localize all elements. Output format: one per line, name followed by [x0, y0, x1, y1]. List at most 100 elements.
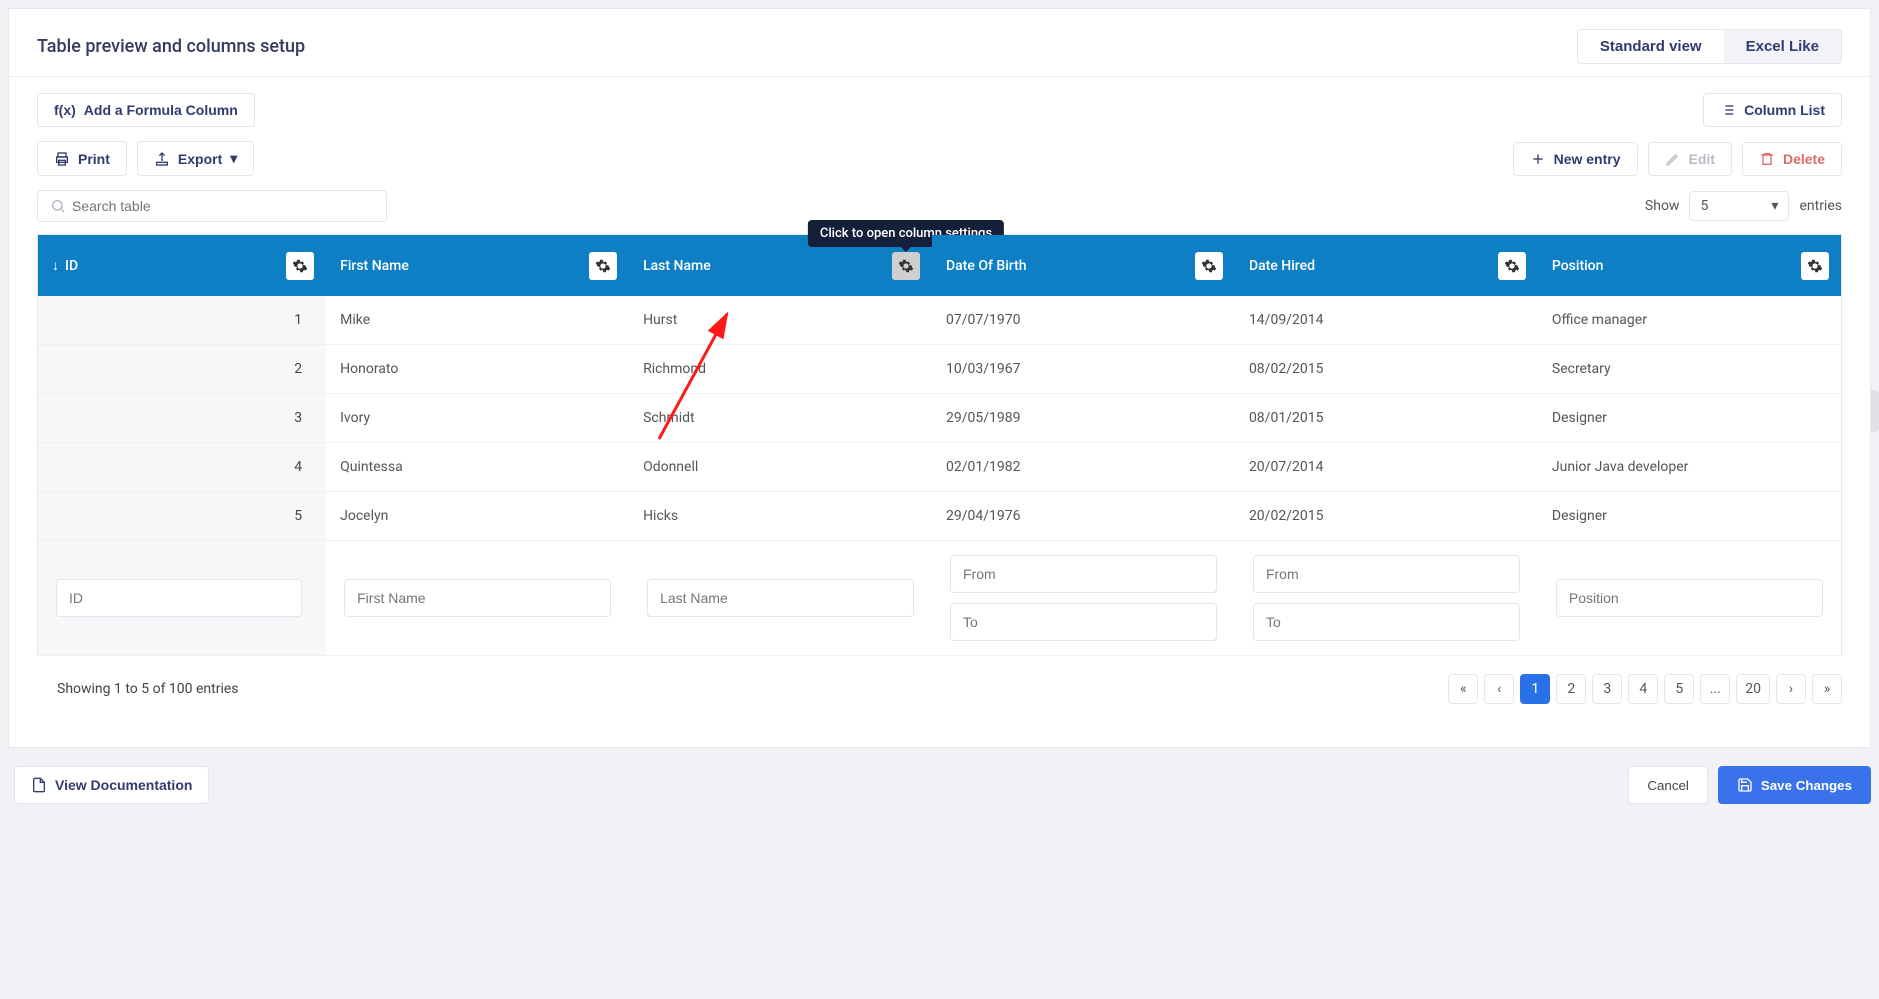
table-row[interactable]: 4QuintessaOdonnell02/01/198220/07/2014Ju… — [38, 443, 1842, 492]
document-icon — [31, 777, 47, 793]
cell-hired: 14/09/2014 — [1235, 296, 1538, 345]
cell-hired: 20/07/2014 — [1235, 443, 1538, 492]
cell-pos: Designer — [1538, 394, 1842, 443]
chevron-down-icon: ▾ — [230, 150, 237, 167]
cell-dob: 29/05/1989 — [932, 394, 1235, 443]
column-header-hired[interactable]: Date Hired — [1235, 235, 1538, 297]
column-settings-id[interactable] — [286, 252, 314, 280]
page-5[interactable]: 5 — [1664, 674, 1694, 704]
cell-pos: Junior Java developer — [1538, 443, 1842, 492]
cell-dob: 10/03/1967 — [932, 345, 1235, 394]
page-last[interactable]: » — [1812, 674, 1842, 704]
search-input-wrap — [37, 190, 387, 222]
view-toggle: Standard view Excel Like — [1577, 29, 1842, 64]
save-button[interactable]: Save Changes — [1718, 766, 1871, 804]
column-header-last[interactable]: Last Name Click to open column settings — [629, 235, 932, 297]
export-button[interactable]: Export ▾ — [137, 141, 254, 176]
filter-hired-from[interactable] — [1253, 555, 1520, 593]
show-label: Show — [1645, 198, 1680, 214]
cell-first: Honorato — [326, 345, 629, 394]
entries-select[interactable]: 5 ▾ — [1689, 191, 1789, 221]
column-list-button[interactable]: Column List — [1703, 93, 1842, 127]
column-settings-first[interactable] — [589, 252, 617, 280]
new-entry-button[interactable]: New entry — [1513, 142, 1638, 176]
filter-dob-to[interactable] — [950, 603, 1217, 641]
page-2[interactable]: 2 — [1556, 674, 1586, 704]
chevron-down-icon: ▾ — [1771, 198, 1778, 214]
filter-id[interactable] — [56, 579, 302, 617]
cell-first: Mike — [326, 296, 629, 345]
cell-hired: 08/02/2015 — [1235, 345, 1538, 394]
page-prev[interactable]: ‹ — [1484, 674, 1514, 704]
page-first[interactable]: « — [1448, 674, 1478, 704]
cell-id: 4 — [38, 443, 327, 492]
cell-pos: Designer — [1538, 492, 1842, 541]
cell-last: Richmond — [629, 345, 932, 394]
sort-down-icon: ↓ — [52, 257, 59, 274]
column-settings-hired[interactable] — [1498, 252, 1526, 280]
column-header-first[interactable]: First Name — [326, 235, 629, 297]
page-next[interactable]: › — [1776, 674, 1806, 704]
cell-first: Jocelyn — [326, 492, 629, 541]
cell-pos: Secretary — [1538, 345, 1842, 394]
formula-icon: f(x) — [54, 102, 76, 118]
view-standard-button[interactable]: Standard view — [1578, 30, 1724, 63]
column-settings-last[interactable]: Click to open column settings — [892, 252, 920, 280]
cell-id: 1 — [38, 296, 327, 345]
cell-first: Ivory — [326, 394, 629, 443]
page-...[interactable]: ... — [1700, 674, 1730, 704]
column-header-id[interactable]: ↓ ID — [38, 235, 327, 297]
page-3[interactable]: 3 — [1592, 674, 1622, 704]
trash-icon — [1759, 151, 1775, 167]
page-4[interactable]: 4 — [1628, 674, 1658, 704]
table-row[interactable]: 1MikeHurst07/07/197014/09/2014Office man… — [38, 296, 1842, 345]
cell-last: Odonnell — [629, 443, 932, 492]
search-input[interactable] — [72, 198, 374, 214]
table-row[interactable]: 2HonoratoRichmond10/03/196708/02/2015Sec… — [38, 345, 1842, 394]
cell-last: Hicks — [629, 492, 932, 541]
cell-dob: 29/04/1976 — [932, 492, 1235, 541]
data-table: ↓ ID First Name Last Na — [37, 234, 1842, 656]
filter-first[interactable] — [344, 579, 611, 617]
column-settings-position[interactable] — [1801, 252, 1829, 280]
filter-hired-to[interactable] — [1253, 603, 1520, 641]
pagination: « ‹ 12345...20 › » — [1448, 674, 1842, 704]
filter-dob-from[interactable] — [950, 555, 1217, 593]
cell-first: Quintessa — [326, 443, 629, 492]
cell-last: Hurst — [629, 296, 932, 345]
print-icon — [54, 151, 70, 167]
add-formula-button[interactable]: f(x) Add a Formula Column — [37, 93, 255, 127]
delete-button[interactable]: Delete — [1742, 142, 1842, 176]
cell-id: 2 — [38, 345, 327, 394]
cell-last: Schmidt — [629, 394, 932, 443]
filter-position[interactable] — [1556, 579, 1823, 617]
table-row[interactable]: 3IvorySchmidt29/05/198908/01/2015Designe… — [38, 394, 1842, 443]
cell-hired: 08/01/2015 — [1235, 394, 1538, 443]
pencil-icon — [1665, 151, 1681, 167]
showing-info: Showing 1 to 5 of 100 entries — [57, 681, 239, 697]
filter-last[interactable] — [647, 579, 914, 617]
cell-dob: 02/01/1982 — [932, 443, 1235, 492]
table-row[interactable]: 5JocelynHicks29/04/197620/02/2015Designe… — [38, 492, 1842, 541]
cancel-button[interactable]: Cancel — [1628, 766, 1708, 804]
plus-icon — [1530, 151, 1546, 167]
cell-id: 5 — [38, 492, 327, 541]
page-1[interactable]: 1 — [1520, 674, 1550, 704]
cell-pos: Office manager — [1538, 296, 1842, 345]
list-icon — [1720, 102, 1736, 118]
export-icon — [154, 151, 170, 167]
column-header-position[interactable]: Position — [1538, 235, 1842, 297]
column-header-dob[interactable]: Date Of Birth — [932, 235, 1235, 297]
entries-label: entries — [1799, 198, 1842, 214]
page-20[interactable]: 20 — [1736, 674, 1770, 704]
edit-button[interactable]: Edit — [1648, 142, 1732, 176]
column-settings-dob[interactable] — [1195, 252, 1223, 280]
print-button[interactable]: Print — [37, 141, 127, 176]
cell-hired: 20/02/2015 — [1235, 492, 1538, 541]
view-documentation-button[interactable]: View Documentation — [14, 766, 209, 804]
view-excel-button[interactable]: Excel Like — [1724, 30, 1841, 63]
save-icon — [1737, 777, 1753, 793]
cell-dob: 07/07/1970 — [932, 296, 1235, 345]
cell-id: 3 — [38, 394, 327, 443]
search-icon — [50, 198, 66, 214]
